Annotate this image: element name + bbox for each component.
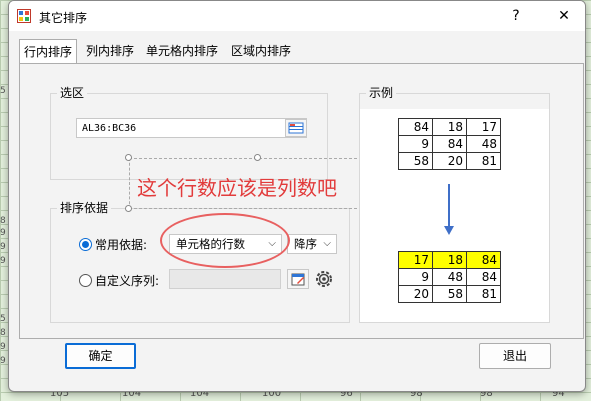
table-cell: 20 bbox=[398, 285, 433, 303]
range-input[interactable]: AL36:BC36 bbox=[76, 118, 307, 138]
table-cell: 48 bbox=[432, 268, 467, 286]
range-select-button[interactable] bbox=[285, 119, 307, 137]
table-cell: 9 bbox=[398, 268, 433, 286]
row-number: 9 bbox=[0, 242, 6, 252]
row-number: 8 bbox=[0, 216, 6, 226]
sort-dialog: 其它排序 ? ✕ 行内排序 列内排序 单元格内排序 区域内排序 选区 AL36:… bbox=[8, 0, 586, 392]
table-cell: 17 bbox=[398, 251, 433, 269]
table-cell: 84 bbox=[432, 135, 467, 153]
row-number: 9 bbox=[0, 256, 6, 266]
example-group-label: 示例 bbox=[366, 86, 397, 100]
resize-handle[interactable] bbox=[254, 154, 261, 161]
tab-row-sort[interactable]: 行内排序 bbox=[19, 39, 78, 64]
resize-handle[interactable] bbox=[125, 205, 132, 212]
dialog-title: 其它排序 bbox=[39, 11, 88, 25]
row-number: 9 bbox=[0, 356, 6, 366]
order-select-value: 降序 bbox=[294, 237, 317, 251]
row-number: 9 bbox=[0, 228, 6, 238]
table-cell: 81 bbox=[466, 285, 501, 303]
exit-button[interactable]: 退出 bbox=[479, 343, 551, 369]
example-after-table: 17 18 84 9 48 84 20 58 81 bbox=[398, 251, 501, 303]
custom-sequence-label: 自定义序列: bbox=[95, 274, 160, 288]
edit-list-button[interactable] bbox=[287, 269, 309, 289]
table-cell: 48 bbox=[466, 135, 501, 153]
common-basis-radio[interactable] bbox=[79, 238, 92, 251]
table-cell: 84 bbox=[398, 118, 433, 136]
table-cell: 58 bbox=[398, 152, 433, 170]
row-number: 9 bbox=[0, 342, 6, 352]
row-number: 8 bbox=[0, 328, 6, 338]
highlight-ellipse bbox=[160, 213, 290, 268]
sort-basis-group-label: 排序依据 bbox=[57, 201, 112, 215]
table-cell: 81 bbox=[466, 152, 501, 170]
example-panel: 84 18 17 9 84 48 58 20 81 17 18 84 9 48 … bbox=[360, 109, 549, 322]
close-button[interactable]: ✕ bbox=[549, 5, 579, 27]
selection-group-label: 选区 bbox=[57, 86, 88, 100]
table-cell: 9 bbox=[398, 135, 433, 153]
custom-sequence-radio[interactable] bbox=[79, 274, 92, 287]
tab-range-sort[interactable]: 区域内排序 bbox=[227, 41, 295, 62]
annotation-text: 这个行数应该是列数吧 bbox=[137, 176, 337, 200]
help-button[interactable]: ? bbox=[501, 5, 531, 27]
app-icon bbox=[17, 9, 31, 23]
table-cell: 84 bbox=[466, 251, 501, 269]
example-before-table: 84 18 17 9 84 48 58 20 81 bbox=[398, 118, 501, 170]
table-cell: 58 bbox=[432, 285, 467, 303]
table-cell: 84 bbox=[466, 268, 501, 286]
table-cell: 17 bbox=[466, 118, 501, 136]
tab-cell-sort[interactable]: 单元格内排序 bbox=[142, 41, 222, 62]
settings-button[interactable] bbox=[313, 268, 335, 290]
table-cell: 18 bbox=[432, 118, 467, 136]
common-basis-label: 常用依据: bbox=[95, 238, 148, 252]
order-select[interactable]: 降序 ⌵ bbox=[287, 234, 337, 254]
table-cell: 18 bbox=[432, 251, 467, 269]
chevron-down-icon: ⌵ bbox=[323, 238, 331, 249]
resize-handle[interactable] bbox=[125, 154, 132, 161]
ok-button[interactable]: 确定 bbox=[65, 343, 136, 369]
table-cell: 20 bbox=[432, 152, 467, 170]
row-number: 5 bbox=[0, 314, 6, 324]
row-number: 5 bbox=[0, 86, 6, 96]
custom-sequence-input[interactable] bbox=[169, 269, 281, 289]
tab-column-sort[interactable]: 列内排序 bbox=[82, 41, 138, 62]
title-bar: 其它排序 ? ✕ bbox=[9, 1, 585, 31]
